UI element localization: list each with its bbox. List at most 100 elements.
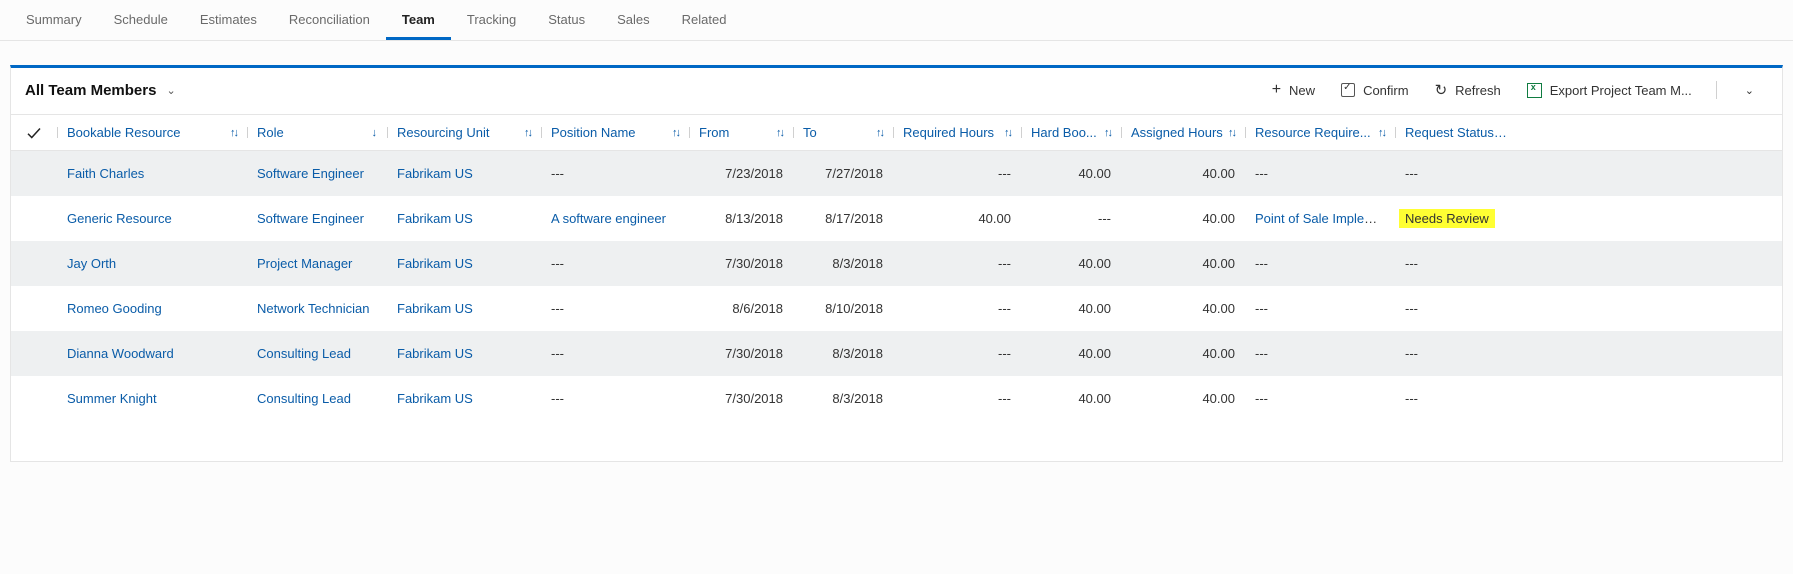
tab-summary[interactable]: Summary — [10, 0, 98, 40]
cell-hard-booked: 40.00 — [1021, 248, 1121, 279]
column-header-resource-requirement[interactable]: Resource Require... ↑↓ — [1245, 117, 1395, 148]
table-row[interactable]: Summer KnightConsulting LeadFabrikam US -… — [11, 376, 1782, 421]
table-row[interactable]: Dianna WoodwardConsulting LeadFabrikam U… — [11, 331, 1782, 376]
refresh-button-label: Refresh — [1455, 83, 1501, 98]
sort-icon: ↑↓ — [1000, 127, 1011, 139]
column-header-role[interactable]: Role ↓ — [247, 117, 387, 148]
cell-hard-booked: 40.00 — [1021, 338, 1121, 369]
tab-tracking[interactable]: Tracking — [451, 0, 532, 40]
column-header-assigned-hours[interactable]: Assigned Hours ↑↓ — [1121, 117, 1245, 148]
tab-estimates[interactable]: Estimates — [184, 0, 273, 40]
cell-required-hours: --- — [893, 248, 1021, 279]
tab-strip: SummaryScheduleEstimatesReconciliationTe… — [0, 0, 1793, 41]
cell-resource-requirement: --- — [1245, 383, 1395, 414]
column-header-required-hours[interactable]: Required Hours ↑↓ — [893, 117, 1021, 148]
cell-resourcing-unit[interactable]: Fabrikam US — [387, 158, 541, 189]
cell-role[interactable]: Consulting Lead — [247, 383, 387, 414]
row-selector[interactable] — [11, 300, 57, 316]
row-selector[interactable] — [11, 390, 57, 406]
table-row[interactable]: Jay OrthProject ManagerFabrikam US---7/3… — [11, 241, 1782, 286]
table-row[interactable]: Faith CharlesSoftware EngineerFabrikam U… — [11, 151, 1782, 196]
cell-bookable-resource[interactable]: Jay Orth — [57, 248, 247, 279]
cell-bookable-resource[interactable]: Faith Charles — [57, 158, 247, 189]
tab-status[interactable]: Status — [532, 0, 601, 40]
cell-position-name: --- — [541, 158, 689, 189]
row-selector[interactable] — [11, 345, 57, 361]
sort-icon: ↑↓ — [668, 127, 679, 139]
toolbar: New Confirm Refresh Export Project Team … — [1270, 78, 1768, 102]
table-row[interactable]: Generic ResourceSoftware EngineerFabrika… — [11, 196, 1782, 241]
cell-position-name: A software engineer — [541, 203, 689, 234]
chevron-down-icon: ⌄ — [1745, 84, 1754, 97]
cell-position-name: --- — [541, 248, 689, 279]
cell-from: 8/6/2018 — [689, 293, 793, 324]
sort-icon: ↑↓ — [226, 127, 237, 139]
select-all-header[interactable] — [11, 116, 57, 150]
cell-to: 7/27/2018 — [793, 158, 893, 189]
cell-resourcing-unit[interactable]: Fabrikam US — [387, 248, 541, 279]
column-header-position-name[interactable]: Position Name ↑↓ — [541, 117, 689, 148]
cell-bookable-resource[interactable]: Dianna Woodward — [57, 338, 247, 369]
team-panel: All Team Members ⌄ New Confirm Refresh E… — [10, 65, 1783, 462]
export-button[interactable]: Export Project Team M... — [1525, 79, 1694, 102]
column-label: To — [803, 125, 817, 140]
sort-icon: ↑↓ — [1100, 127, 1111, 139]
row-selector[interactable] — [11, 210, 57, 226]
cell-bookable-resource[interactable]: Generic Resource — [57, 203, 247, 234]
column-header-request-status[interactable]: Request Status (... — [1395, 117, 1517, 148]
column-header-hard-booked[interactable]: Hard Boo... ↑↓ — [1021, 117, 1121, 148]
check-icon — [25, 124, 43, 142]
sort-icon: ↑↓ — [872, 127, 883, 139]
refresh-button[interactable]: Refresh — [1433, 79, 1503, 102]
column-header-from[interactable]: From ↑↓ — [689, 117, 793, 148]
cell-role[interactable]: Network Technician — [247, 293, 387, 324]
cell-to: 8/17/2018 — [793, 203, 893, 234]
table-row[interactable]: Romeo GoodingNetwork TechnicianFabrikam … — [11, 286, 1782, 331]
cell-resourcing-unit[interactable]: Fabrikam US — [387, 383, 541, 414]
tab-team[interactable]: Team — [386, 0, 451, 40]
cell-resource-requirement[interactable]: Point of Sale Impleme... — [1245, 203, 1395, 234]
confirm-button[interactable]: Confirm — [1339, 79, 1411, 102]
cell-assigned-hours: 40.00 — [1121, 158, 1245, 189]
row-selector[interactable] — [11, 255, 57, 271]
column-label: Request Status (... — [1405, 125, 1507, 140]
cell-assigned-hours: 40.00 — [1121, 203, 1245, 234]
cell-bookable-resource[interactable]: Romeo Gooding — [57, 293, 247, 324]
cell-role[interactable]: Consulting Lead — [247, 338, 387, 369]
cell-request-status: --- — [1395, 383, 1517, 414]
cell-role[interactable]: Software Engineer — [247, 158, 387, 189]
cell-required-hours: --- — [893, 293, 1021, 324]
cell-role[interactable]: Project Manager — [247, 248, 387, 279]
tab-reconciliation[interactable]: Reconciliation — [273, 0, 386, 40]
tab-sales[interactable]: Sales — [601, 0, 666, 40]
chevron-down-icon[interactable]: ⌄ — [166, 84, 175, 97]
cell-bookable-resource[interactable]: Summer Knight — [57, 383, 247, 414]
cell-resourcing-unit[interactable]: Fabrikam US — [387, 338, 541, 369]
sort-icon: ↑↓ — [1224, 127, 1235, 139]
grid-header-row: Bookable Resource ↑↓ Role ↓ Resourcing U… — [11, 115, 1782, 151]
cell-request-status: --- — [1395, 293, 1517, 324]
column-header-to[interactable]: To ↑↓ — [793, 117, 893, 148]
new-button-label: New — [1289, 83, 1315, 98]
tab-related[interactable]: Related — [666, 0, 743, 40]
row-selector[interactable] — [11, 165, 57, 181]
export-button-label: Export Project Team M... — [1550, 83, 1692, 98]
column-header-bookable-resource[interactable]: Bookable Resource ↑↓ — [57, 117, 247, 148]
cell-resourcing-unit[interactable]: Fabrikam US — [387, 293, 541, 324]
tab-schedule[interactable]: Schedule — [98, 0, 184, 40]
cell-required-hours: --- — [893, 338, 1021, 369]
toolbar-more-button[interactable]: ⌄ — [1739, 80, 1760, 101]
view-title[interactable]: All Team Members — [25, 82, 156, 99]
cell-position-name: --- — [541, 293, 689, 324]
cell-hard-booked: --- — [1021, 203, 1121, 234]
cell-role[interactable]: Software Engineer — [247, 203, 387, 234]
cell-resourcing-unit[interactable]: Fabrikam US — [387, 203, 541, 234]
cell-assigned-hours: 40.00 — [1121, 338, 1245, 369]
column-header-resourcing-unit[interactable]: Resourcing Unit ↑↓ — [387, 117, 541, 148]
cell-resource-requirement: --- — [1245, 158, 1395, 189]
column-label: Required Hours — [903, 125, 994, 140]
grid-body: Faith CharlesSoftware EngineerFabrikam U… — [11, 151, 1782, 421]
cell-required-hours: --- — [893, 383, 1021, 414]
new-button[interactable]: New — [1270, 78, 1317, 102]
cell-hard-booked: 40.00 — [1021, 158, 1121, 189]
